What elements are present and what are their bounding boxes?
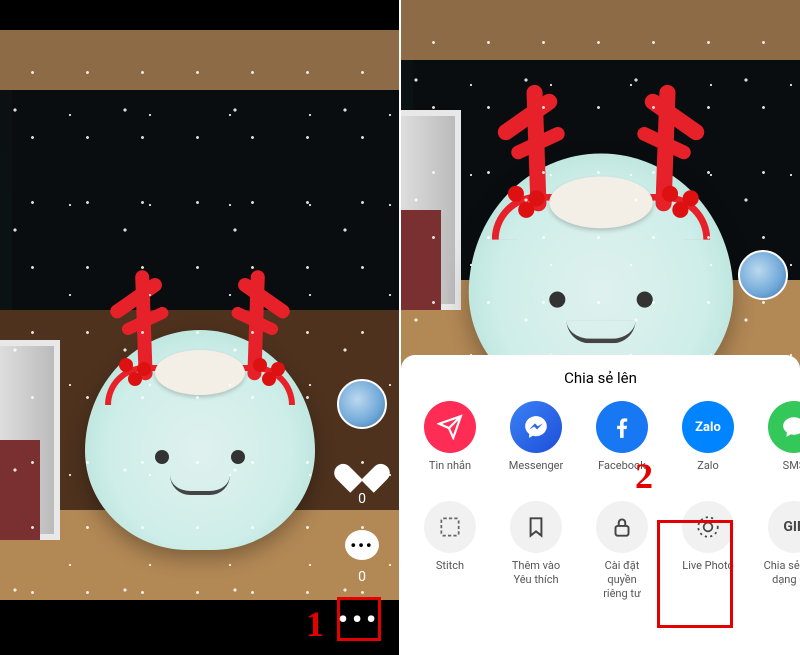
annotation-step-2: 2 [635, 455, 653, 497]
action-stitch[interactable]: Stitch [419, 501, 481, 600]
comment-count: 0 [358, 569, 366, 585]
action-gif[interactable]: GIF Chia sẻ dưới dạng GIF [763, 501, 800, 600]
share-sheet-title: Chia sẻ lên [401, 369, 800, 387]
screenshot-step-2: Chia sẻ lên Tin nhắn Messenger [401, 0, 800, 655]
plush-toy [85, 330, 315, 550]
bookmark-icon [510, 501, 562, 553]
screenshot-step-1: 0 0 ••• 1 [0, 0, 399, 655]
profile-avatar[interactable] [738, 250, 788, 300]
messenger-icon [510, 401, 562, 453]
annotation-highlight-livephoto [657, 520, 733, 628]
comment-icon [345, 530, 379, 560]
share-apps-row: Tin nhắn Messenger Facebook Zalo [401, 401, 800, 487]
annotation-step-1: 1 [306, 603, 324, 645]
facebook-icon [596, 401, 648, 453]
like-button[interactable]: 0 [342, 447, 382, 507]
more-icon: ••• [338, 603, 380, 636]
video-frame [401, 0, 800, 370]
share-actions-row: Stitch Thêm vào Yêu thích Cài đặt quyền … [401, 501, 800, 600]
stitch-icon [424, 501, 476, 553]
share-app-messenger[interactable]: Messenger [505, 401, 567, 487]
sms-icon [768, 401, 800, 453]
share-app-tinnhan[interactable]: Tin nhắn [419, 401, 481, 487]
more-options-button[interactable]: ••• [337, 597, 381, 641]
like-count: 0 [358, 491, 366, 507]
zalo-icon: Zalo [682, 401, 734, 453]
comment-button[interactable]: 0 [342, 525, 382, 585]
action-privacy[interactable]: Cài đặt quyền riêng tư [591, 501, 653, 600]
send-icon [424, 401, 476, 453]
video-action-column [738, 250, 788, 300]
share-app-zalo[interactable]: Zalo Zalo [677, 401, 739, 487]
action-favorite[interactable]: Thêm vào Yêu thích [505, 501, 567, 600]
heart-icon [345, 452, 379, 482]
share-sheet: Chia sẻ lên Tin nhắn Messenger [401, 355, 800, 655]
gif-icon: GIF [768, 501, 800, 553]
video-action-column: 0 0 [337, 379, 387, 585]
lock-icon [596, 501, 648, 553]
profile-avatar[interactable] [337, 379, 387, 429]
share-app-sms[interactable]: SMS [763, 401, 800, 487]
